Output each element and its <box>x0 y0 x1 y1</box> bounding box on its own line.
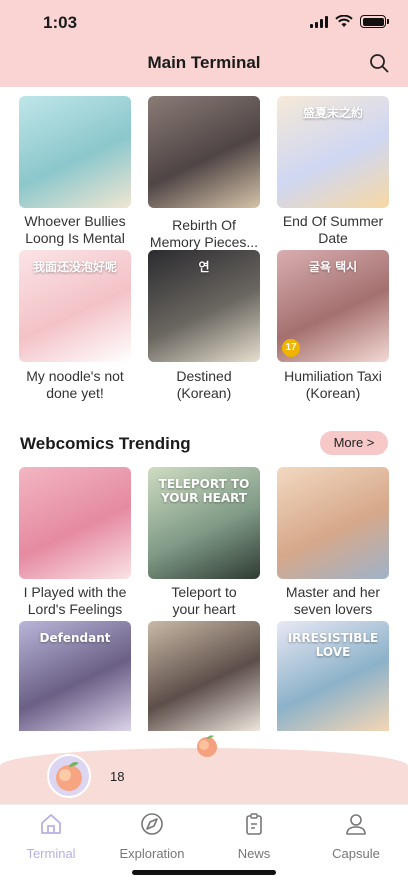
tab-label: Exploration <box>119 846 185 861</box>
tab-news[interactable]: News <box>204 811 304 861</box>
comic-card[interactable]: Rebirth Of Memory Pieces... <box>148 96 260 250</box>
comic-title: Teleport to your heart <box>171 584 237 617</box>
comic-cover: 굴욕 택시 17 <box>277 250 389 362</box>
system-icons <box>310 15 389 28</box>
status-time: 1:03 <box>43 13 78 32</box>
comic-cover: 盛夏末之約 <box>277 96 389 208</box>
comic-title: Master and her seven lovers <box>285 584 381 617</box>
comic-title: Rebirth Of Memory Pieces... <box>149 217 259 250</box>
age-badge: 17 <box>282 339 300 357</box>
tab-terminal[interactable]: Terminal <box>1 811 101 861</box>
clipboard-icon <box>246 813 262 835</box>
avatar[interactable] <box>47 754 91 798</box>
comic-cover: 연 <box>148 250 260 362</box>
comic-card[interactable]: 굴욕 택시 17 Humiliation Taxi (Korean) <box>277 250 389 401</box>
search-icon[interactable] <box>368 52 390 74</box>
peach-icon <box>56 762 82 791</box>
tab-exploration[interactable]: Exploration <box>102 811 202 861</box>
comic-card[interactable]: TELEPORT TO YOUR HEART Teleport to your h… <box>148 467 260 617</box>
more-button[interactable]: More > <box>320 431 388 455</box>
comic-card[interactable]: 盛夏末之約 End Of Summer Date <box>277 96 389 246</box>
peach-count: 18 <box>110 769 125 784</box>
comic-title: My noodle's not done yet! <box>26 368 124 401</box>
comic-title: Whoever Bullies Loong Is Mental <box>24 213 126 246</box>
home-icon <box>41 814 61 834</box>
peach-icon[interactable] <box>194 733 220 759</box>
home-indicator <box>132 870 276 875</box>
comic-card[interactable]: Defendant <box>19 621 131 731</box>
section-title: Webcomics Trending <box>20 434 191 453</box>
comic-title: I Played with the Lord's Feelings <box>23 584 127 617</box>
comic-cover: Defendant <box>19 621 131 731</box>
cover-text: 盛夏末之約 <box>302 106 363 120</box>
cover-text: Defendant <box>39 631 111 645</box>
signal-icon <box>310 15 328 28</box>
cover-text: 연 <box>198 260 210 274</box>
cover-text: 我面还没泡好呢 <box>32 260 117 274</box>
comic-title: Humiliation Taxi (Korean) <box>284 368 382 401</box>
compass-icon <box>141 813 163 835</box>
comic-cover <box>277 467 389 579</box>
status-bar: 1:03 <box>0 0 408 44</box>
cover-text: 굴욕 택시 <box>308 260 358 274</box>
comic-cover: TELEPORT TO YOUR HEART <box>148 467 260 579</box>
comic-card[interactable]: I Played with the Lord's Feelings <box>19 467 131 617</box>
comic-card[interactable]: 我面还没泡好呢 My noodle's not done yet! <box>19 250 131 401</box>
cover-text: IRRESISTIBLE LOVE <box>287 631 379 659</box>
comic-card[interactable]: Whoever Bullies Loong Is Mental <box>19 96 131 246</box>
comic-cover <box>148 96 260 208</box>
tab-label: Terminal <box>26 846 76 861</box>
comic-cover <box>148 621 260 731</box>
comic-title: End Of Summer Date <box>282 213 384 246</box>
battery-icon <box>360 15 389 28</box>
comic-card[interactable]: IRRESISTIBLE LOVE <box>277 621 389 731</box>
page-title: Main Terminal <box>147 53 261 72</box>
comic-card[interactable] <box>148 621 260 731</box>
tab-label: News <box>237 846 271 861</box>
comic-cover <box>19 96 131 208</box>
cover-text: TELEPORT TO YOUR HEART <box>158 477 250 505</box>
wifi-icon <box>335 15 353 27</box>
tab-capsule[interactable]: Capsule <box>306 811 406 861</box>
comic-cover: IRRESISTIBLE LOVE <box>277 621 389 731</box>
comic-cover: 我面还没泡好呢 <box>19 250 131 362</box>
person-icon <box>346 814 366 835</box>
tab-label: Capsule <box>332 846 380 861</box>
comic-cover <box>19 467 131 579</box>
comic-card[interactable]: Master and her seven lovers <box>277 467 389 617</box>
comic-title: Destined (Korean) <box>176 368 232 401</box>
comic-card[interactable]: 연 Destined (Korean) <box>148 250 260 401</box>
